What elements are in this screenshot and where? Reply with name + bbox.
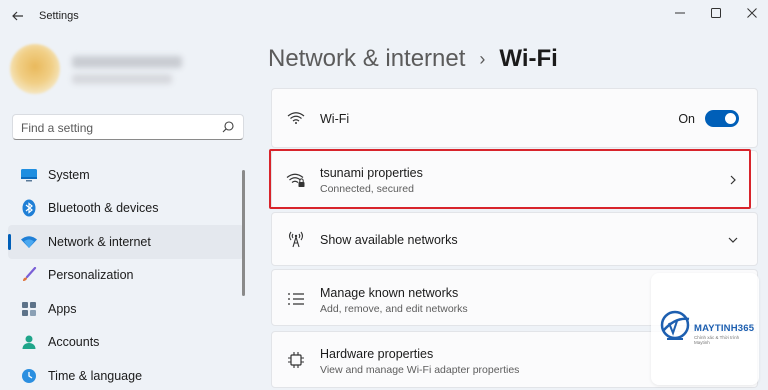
close-icon	[747, 8, 757, 18]
maximize-icon	[711, 8, 721, 18]
blurred-user-name	[72, 56, 182, 68]
available-networks-row: Show available networks	[272, 213, 757, 265]
search-input[interactable]	[21, 119, 216, 136]
connection-properties-card[interactable]: tsunami properties Connected, secured	[271, 150, 758, 209]
monitor-icon	[20, 166, 38, 184]
available-networks-card[interactable]: Show available networks	[271, 212, 758, 266]
breadcrumb-separator: ›	[479, 48, 486, 69]
chip-icon	[286, 350, 306, 370]
hardware-properties-label: Hardware properties	[320, 347, 434, 361]
blurred-user-email	[72, 74, 172, 84]
hardware-properties-description: View and manage Wi-Fi adapter properties	[320, 364, 520, 376]
sidebar-item-personalization[interactable]: Personalization	[8, 259, 244, 293]
maximize-button[interactable]	[701, 2, 731, 24]
sidebar-item-accounts[interactable]: Accounts	[8, 326, 244, 360]
sidebar-item-label: Bluetooth & devices	[48, 201, 159, 216]
back-arrow-icon	[12, 11, 23, 21]
back-button[interactable]	[8, 6, 28, 26]
avatar	[10, 44, 60, 94]
wifi-toggle-card: Wi-Fi On	[271, 88, 758, 148]
watermark-tagline: Chính xác & Thời trình Maytinh	[694, 335, 740, 345]
known-networks-description: Add, remove, and edit networks	[320, 303, 468, 315]
person-icon	[20, 333, 38, 351]
sidebar-item-apps[interactable]: Apps	[8, 292, 244, 326]
app-title: Settings	[39, 10, 79, 22]
sidebar-nav: System Bluetooth & devices Network & int…	[8, 158, 244, 390]
maytinh365-logo-icon	[660, 310, 690, 340]
close-button[interactable]	[737, 2, 767, 24]
user-profile[interactable]	[10, 44, 240, 94]
search-box	[12, 114, 244, 140]
sidebar-item-system[interactable]: System	[8, 158, 244, 192]
search-icon[interactable]	[221, 120, 235, 134]
bluetooth-icon	[20, 199, 38, 217]
known-networks-label: Manage known networks	[320, 286, 459, 300]
sidebar-item-label: Network & internet	[48, 234, 151, 249]
sidebar-item-label: Accounts	[48, 335, 100, 350]
available-networks-label: Show available networks	[320, 233, 458, 247]
sidebar-item-label: Apps	[48, 301, 77, 316]
sidebar-item-time-language[interactable]: Time & language	[8, 359, 244, 390]
chevron-down-icon	[728, 237, 738, 243]
wifi-toggle-switch[interactable]	[705, 110, 739, 127]
sidebar-item-network[interactable]: Network & internet	[8, 225, 244, 259]
watermark-logo: MAYTINH365 Chính xác & Thời trình Maytin…	[651, 273, 759, 385]
wifi-toggle-row: Wi-Fi On	[272, 89, 757, 147]
list-icon	[286, 289, 306, 309]
breadcrumb-parent[interactable]: Network & internet	[268, 45, 465, 73]
watermark-brand: MAYTINH365	[694, 323, 755, 334]
apps-grid-icon	[20, 300, 38, 318]
minimize-icon	[675, 12, 685, 14]
title-bar: Settings	[0, 0, 768, 32]
wifi-icon	[286, 108, 306, 128]
sidebar-item-bluetooth[interactable]: Bluetooth & devices	[8, 192, 244, 226]
sidebar-item-label: System	[48, 167, 90, 182]
globe-clock-icon	[20, 367, 38, 385]
connection-name: tsunami properties	[320, 166, 423, 180]
wifi-icon	[20, 233, 38, 251]
sidebar-scrollbar[interactable]	[242, 170, 245, 296]
page-title: Wi-Fi	[499, 45, 558, 72]
wifi-state-text: On	[678, 112, 695, 126]
chevron-right-icon	[730, 175, 736, 185]
connection-status: Connected, secured	[320, 183, 414, 195]
sidebar-item-label: Personalization	[48, 268, 134, 283]
wifi-secured-icon	[286, 170, 306, 190]
breadcrumb: Network & internet › Wi-Fi	[268, 42, 558, 76]
wifi-label: Wi-Fi	[320, 112, 350, 126]
brush-icon	[20, 266, 38, 284]
sidebar-item-label: Time & language	[48, 368, 143, 383]
minimize-button[interactable]	[665, 2, 695, 24]
antenna-icon	[286, 229, 306, 249]
connection-properties-row: tsunami properties Connected, secured	[272, 151, 757, 208]
